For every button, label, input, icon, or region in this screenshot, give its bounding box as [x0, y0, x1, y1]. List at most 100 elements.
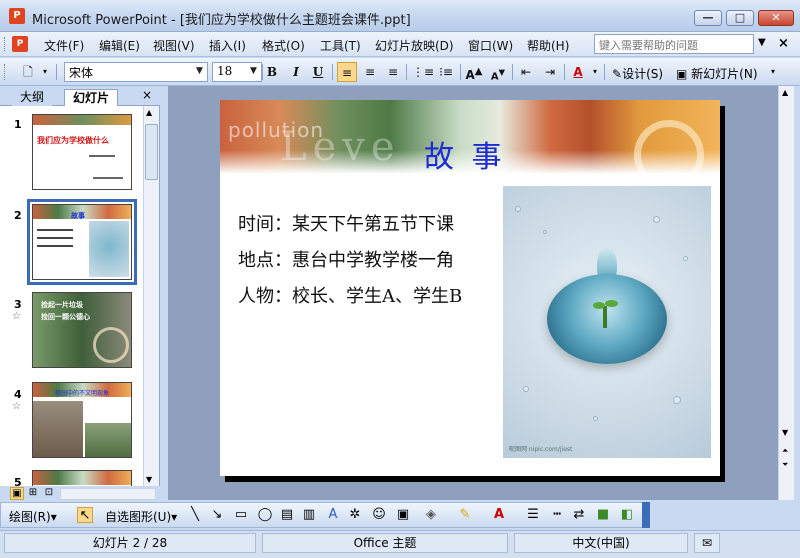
scroll-up-icon[interactable]: ▲ [146, 108, 152, 117]
toolbar-options-icon[interactable]: ▾ [768, 62, 778, 82]
line-icon[interactable]: ╲ [187, 507, 203, 523]
slide-body-line[interactable]: 时间：某天下午第五节下课 [238, 210, 454, 236]
normal-view-icon[interactable]: ▣ [10, 487, 24, 500]
textbox-icon[interactable]: ▤ [279, 507, 295, 523]
powerpoint-app-icon[interactable]: P [9, 8, 25, 24]
font-color-button[interactable]: A [568, 62, 588, 82]
align-left-icon[interactable]: ≡ [337, 62, 357, 82]
thumbnail-number: 3 [14, 298, 22, 311]
italic-button[interactable]: I [286, 62, 306, 82]
decrease-indent-icon[interactable]: ⇤ [516, 62, 536, 82]
chevron-down-icon[interactable]: ▼ [250, 66, 257, 76]
rectangle-icon[interactable]: ▭ [233, 507, 249, 523]
autoshapes-menu-button[interactable]: 自选图形(U)▾ [105, 508, 177, 525]
menu-tools[interactable]: 工具(T) [320, 37, 361, 54]
help-search-input[interactable]: 键入需要帮助的问题 [594, 34, 754, 54]
bulleted-list-icon[interactable]: ⁝≡ [436, 62, 456, 82]
spelling-check-icon[interactable]: ✉ [694, 533, 720, 553]
increase-indent-icon[interactable]: ⇥ [540, 62, 560, 82]
menu-format[interactable]: 格式(O) [262, 37, 305, 54]
scroll-down-icon[interactable]: ▼ [146, 475, 152, 484]
maximize-button[interactable]: □ [726, 10, 754, 26]
line-style-icon[interactable]: ☰ [525, 507, 541, 523]
slide-thumbnail-5[interactable] [32, 470, 132, 486]
tab-slides[interactable]: 幻灯片 [64, 89, 119, 106]
slide-thumbnail-1[interactable]: 我们应为学校做什么 [32, 114, 132, 190]
shadow-icon[interactable]: ■ [595, 507, 611, 523]
slideshow-view-icon[interactable]: ⊡ [42, 487, 56, 500]
pane-horizontal-scrollbar[interactable] [60, 488, 156, 500]
menu-window[interactable]: 窗口(W) [468, 37, 513, 54]
toolbar-grip[interactable] [4, 37, 7, 51]
slide-thumbnail-4[interactable]: 校园中的不文明现象 [32, 382, 132, 458]
scroll-up-icon[interactable]: ▲ [782, 88, 788, 97]
slide-scrollbar[interactable]: ▲ ▼ ⏶ ⏷ [778, 86, 794, 500]
dash-style-icon[interactable]: ┅ [549, 507, 565, 523]
clipart-icon[interactable]: ☺ [371, 507, 387, 523]
design-button[interactable]: ✎设计(S) [612, 65, 663, 82]
slide-thumbnail-2[interactable]: 故事 [27, 199, 137, 285]
toolbar-grip[interactable] [4, 64, 7, 80]
arrow-icon[interactable]: ↘ [209, 507, 225, 523]
next-slide-icon[interactable]: ⏷ [782, 460, 788, 470]
menu-view[interactable]: 视图(V) [153, 37, 195, 54]
document-close-icon[interactable]: × [778, 36, 789, 51]
previous-slide-icon[interactable]: ⏶ [782, 446, 788, 456]
font-name-select[interactable]: 宋体 [64, 62, 208, 82]
picture-icon[interactable]: ▣ [395, 507, 411, 523]
shrink-font-button[interactable]: A▼ [488, 62, 508, 82]
menu-insert[interactable]: 插入(I) [209, 37, 246, 54]
slide-sorter-icon[interactable]: ⊞ [26, 487, 40, 500]
thumbnail-title: 我们应为学校做什么 [37, 136, 109, 145]
slide-body-line[interactable]: 人物：校长、学生A、学生B [238, 282, 462, 308]
line-color-icon[interactable]: ✎ [457, 507, 473, 523]
fill-color-icon[interactable]: ◈ [423, 507, 439, 523]
slide-body-line[interactable]: 地点：惠台中学教学楼一角 [238, 246, 454, 272]
toolbar-separator [460, 64, 461, 80]
scroll-down-icon[interactable]: ▼ [782, 428, 788, 437]
current-slide[interactable]: pollution Leve 故 事 时间：某天下午第五节下课 地点：惠台中学教… [220, 100, 720, 476]
thumbnail-number: 2 [14, 209, 22, 222]
grow-font-button[interactable]: A▲ [464, 62, 484, 82]
chevron-down-icon[interactable]: ▾ [40, 62, 50, 82]
water-drop-photo[interactable]: 昵图网 nipic.com/jiest [503, 186, 711, 458]
formatting-toolbar: 🗋 ▾ 宋体 ▼ 18 ▼ B I U ≡ ≡ ≡ ⋮≡ ⁝≡ A▲ A▼ ⇤ … [0, 58, 800, 86]
font-color-icon[interactable]: A [491, 507, 507, 523]
scroll-thumb[interactable] [145, 124, 158, 180]
shrink-font-icon: A [490, 71, 499, 83]
wordart-icon[interactable]: A [325, 507, 341, 523]
close-button[interactable]: ✕ [758, 10, 794, 26]
toolbar-separator [512, 64, 513, 80]
bold-button[interactable]: B [262, 62, 282, 82]
title-bar: P Microsoft PowerPoint - [我们应为学校做什么主题班会课… [0, 0, 800, 32]
menu-help[interactable]: 帮助(H) [527, 37, 569, 54]
menu-slideshow[interactable]: 幻灯片放映(D) [375, 37, 454, 54]
slide-title[interactable]: 故 事 [424, 132, 506, 176]
diagram-icon[interactable]: ✲ [347, 507, 363, 523]
oval-icon[interactable]: ◯ [257, 507, 273, 523]
toolbar-options-icon[interactable] [642, 502, 650, 528]
align-right-icon[interactable]: ≡ [383, 62, 403, 82]
select-pointer-icon[interactable]: ↖ [77, 507, 93, 523]
menu-file[interactable]: 文件(F) [44, 37, 84, 54]
close-icon[interactable]: × [142, 88, 152, 102]
vertical-textbox-icon[interactable]: ▥ [301, 507, 317, 523]
minimize-button[interactable]: — [694, 10, 722, 26]
align-center-icon[interactable]: ≡ [360, 62, 380, 82]
chevron-down-icon[interactable]: ▾ [590, 62, 600, 82]
chevron-down-icon[interactable]: ▼ [758, 37, 766, 48]
arrow-style-icon[interactable]: ⇄ [571, 507, 587, 523]
tab-outline[interactable]: 大纲 [12, 89, 53, 106]
language-status: 中文(中国) [514, 533, 688, 553]
draw-menu-button[interactable]: 绘图(R)▾ [9, 508, 57, 525]
menu-edit[interactable]: 编辑(E) [99, 37, 140, 54]
slide-thumbnail-3[interactable]: 捡起一片垃圾 捡回一颗公德心 [32, 292, 132, 368]
document-icon[interactable]: P [12, 36, 28, 52]
3d-style-icon[interactable]: ◧ [619, 507, 635, 523]
new-slide-button[interactable]: ▣ 新幻灯片(N) [676, 65, 758, 82]
chevron-down-icon[interactable]: ▼ [196, 66, 203, 76]
underline-button[interactable]: U [308, 62, 328, 82]
thumbnail-scrollbar[interactable]: ▲ ▼ [143, 106, 159, 486]
new-document-icon[interactable]: 🗋 [18, 62, 38, 82]
numbered-list-icon[interactable]: ⋮≡ [412, 62, 434, 82]
